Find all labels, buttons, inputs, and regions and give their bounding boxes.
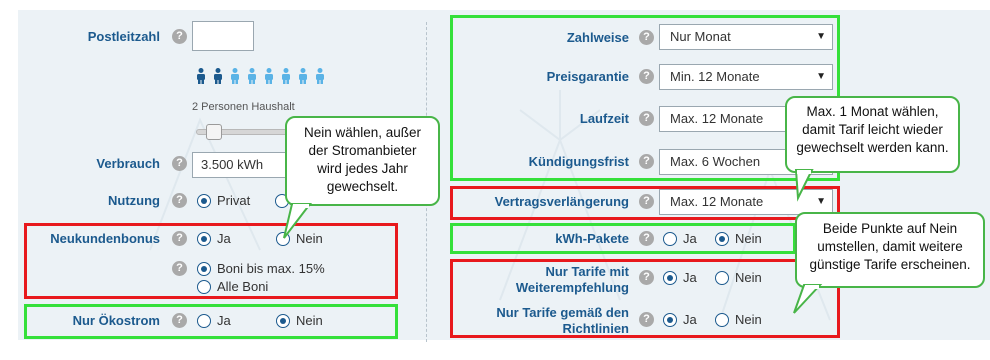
postleitzahl-input[interactable]: [192, 21, 254, 51]
callout-line: damit Tarif leicht wieder: [802, 122, 943, 137]
empfehlung-nein-label: Nein: [735, 270, 762, 285]
help-icon[interactable]: ?: [172, 261, 187, 276]
help-icon[interactable]: ?: [639, 154, 654, 169]
nutzung-privat-radio[interactable]: [197, 194, 211, 208]
richtlinien-ja-radio[interactable]: [663, 313, 677, 327]
nutzung-privat-label: Privat: [217, 193, 251, 208]
person-icon[interactable]: [281, 68, 291, 84]
laufzeit-value: Max. 12 Monate: [670, 111, 764, 126]
oekostrom-nein-label: Nein: [296, 313, 323, 328]
help-icon[interactable]: ?: [639, 111, 654, 126]
neukundenbonus-ja-label: Ja: [217, 231, 231, 246]
help-icon[interactable]: ?: [172, 193, 187, 208]
household-caption: 2 Personen Haushalt: [192, 101, 295, 113]
empfehlung-ja-radio[interactable]: [663, 271, 677, 285]
alle-boni-radio[interactable]: [197, 280, 211, 294]
vertragsverlaengerung-value: Max. 12 Monate: [670, 194, 764, 209]
richtlinien-nein-radio[interactable]: [715, 313, 729, 327]
kwh-pakete-nein-label: Nein: [735, 231, 762, 246]
preisgarantie-label: Preisgarantie: [546, 69, 629, 84]
neukundenbonus-ja-radio[interactable]: [197, 232, 211, 246]
richtlinien-nein-label: Nein: [735, 312, 762, 327]
help-icon[interactable]: ?: [639, 231, 654, 246]
help-icon[interactable]: ?: [172, 29, 187, 44]
alle-boni-label: Alle Boni: [217, 279, 269, 294]
callout-line: Nein wählen, außer: [303, 125, 422, 140]
person-icon[interactable]: [196, 68, 206, 84]
household-slider[interactable]: [196, 124, 296, 144]
help-icon[interactable]: ?: [172, 231, 187, 246]
callout-pointer: [794, 169, 814, 202]
empfehlung-nein-radio[interactable]: [715, 271, 729, 285]
verbrauch-input[interactable]: 3.500 kWh: [192, 152, 296, 178]
callout-neukundenbonus: Nein wählen, außer der Stromanbieter wir…: [285, 116, 440, 206]
help-icon[interactable]: ?: [172, 156, 187, 171]
preisgarantie-select[interactable]: Min. 12 Monate ▼: [659, 64, 833, 90]
person-icon[interactable]: [264, 68, 274, 84]
postleitzahl-label: Postleitzahl: [87, 29, 160, 44]
help-icon[interactable]: ?: [639, 270, 654, 285]
callout-vertragsverlaengerung: Max. 1 Monat wählen, damit Tarif leicht …: [785, 96, 960, 173]
zahlweise-value: Nur Monat: [670, 29, 731, 44]
person-icon[interactable]: [247, 68, 257, 84]
richtlinien-label-line: Nur Tarife gemäß den: [496, 305, 629, 320]
oekostrom-ja-label: Ja: [217, 313, 231, 328]
help-icon[interactable]: ?: [639, 194, 654, 209]
kwh-pakete-nein-radio[interactable]: [715, 232, 729, 246]
verbrauch-label: Verbrauch: [96, 156, 160, 171]
kwh-pakete-label: kWh-Pakete: [555, 231, 629, 246]
oekostrom-ja-radio[interactable]: [197, 314, 211, 328]
callout-line: der Stromanbieter: [308, 143, 417, 158]
help-icon[interactable]: ?: [639, 312, 654, 327]
zahlweise-select[interactable]: Nur Monat ▼: [659, 24, 833, 50]
kuendigungsfrist-label: Kündigungsfrist: [528, 154, 629, 169]
kwh-pakete-ja-radio[interactable]: [663, 232, 677, 246]
richtlinien-ja-label: Ja: [683, 312, 697, 327]
callout-line: gewechselt werden kann.: [796, 140, 949, 155]
laufzeit-label: Laufzeit: [579, 111, 629, 126]
nutzung-label: Nutzung: [108, 193, 160, 208]
help-icon[interactable]: ?: [639, 69, 654, 84]
oekostrom-label: Nur Ökostrom: [72, 313, 160, 328]
callout-line: Max. 1 Monat wählen,: [806, 104, 939, 119]
person-icon[interactable]: [315, 68, 325, 84]
slider-thumb[interactable]: [206, 124, 222, 140]
person-icon[interactable]: [230, 68, 240, 84]
help-icon[interactable]: ?: [639, 30, 654, 45]
callout-line: wird jedes Jahr: [317, 161, 408, 176]
household-size-picker[interactable]: [196, 68, 336, 86]
vertragsverlaengerung-label: Vertragsverlängerung: [494, 194, 629, 209]
boni-max-radio[interactable]: [197, 262, 211, 276]
kuendigungsfrist-value: Max. 6 Wochen: [670, 154, 761, 169]
neukundenbonus-label: Neukundenbonus: [50, 231, 160, 246]
boni-max-label: Boni bis max. 15%: [217, 261, 325, 276]
callout-pointer: [283, 203, 313, 239]
callout-pointer: [793, 284, 823, 314]
richtlinien-label-line: Richtlinien: [562, 321, 629, 336]
help-icon[interactable]: ?: [172, 313, 187, 328]
person-icon[interactable]: [213, 68, 223, 84]
empfehlung-label: Nur Tarife mit Weiterempfehlung: [455, 264, 629, 296]
preisgarantie-value: Min. 12 Monate: [670, 69, 760, 84]
richtlinien-label: Nur Tarife gemäß den Richtlinien: [455, 305, 629, 337]
oekostrom-nein-radio[interactable]: [276, 314, 290, 328]
callout-line: gewechselt.: [326, 179, 399, 194]
callout-line: günstige Tarife erscheinen.: [809, 257, 971, 272]
person-icon[interactable]: [298, 68, 308, 84]
callout-line: Beide Punkte auf Nein: [822, 221, 958, 236]
empfehlung-ja-label: Ja: [683, 270, 697, 285]
empfehlung-label-line: Nur Tarife mit: [545, 264, 629, 279]
zahlweise-label: Zahlweise: [566, 30, 629, 45]
chevron-down-icon: ▼: [816, 31, 826, 42]
kwh-pakete-ja-label: Ja: [683, 231, 697, 246]
empfehlung-label-line: Weiterempfehlung: [515, 280, 629, 295]
callout-line: umstellen, damit weitere: [817, 239, 963, 254]
callout-weitere-tarife: Beide Punkte auf Nein umstellen, damit w…: [795, 212, 985, 288]
chevron-down-icon: ▼: [816, 71, 826, 82]
